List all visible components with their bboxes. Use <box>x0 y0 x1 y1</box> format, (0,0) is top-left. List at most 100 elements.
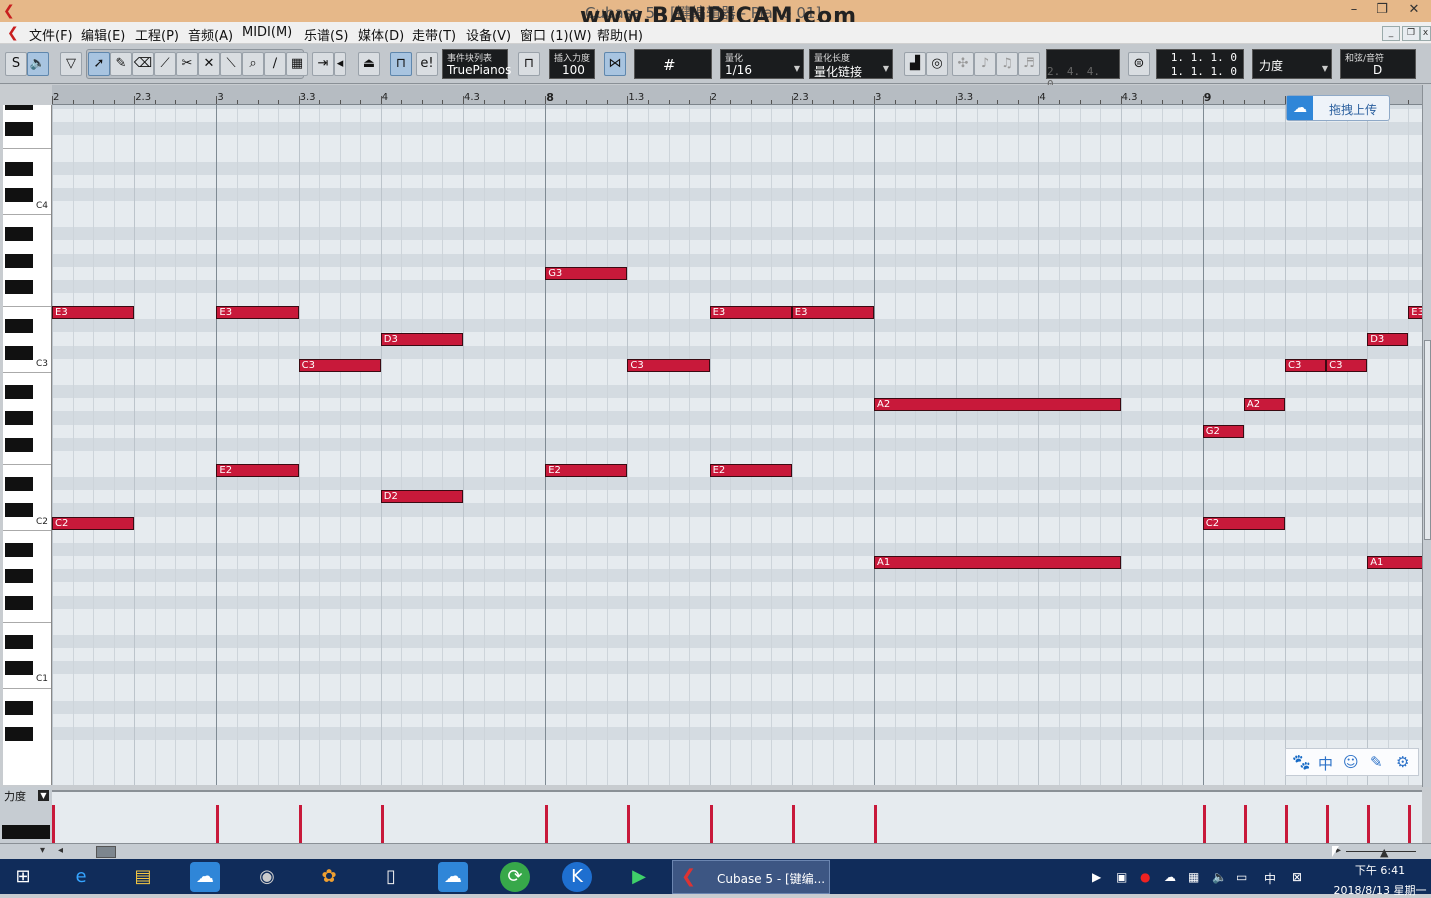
baidu-netdisk-icon[interactable]: ☁ <box>438 862 468 892</box>
velocity-bar[interactable] <box>545 805 549 843</box>
cubase-app-icon[interactable]: ❮ <box>3 3 19 19</box>
velocity-bar[interactable] <box>1243 805 1247 843</box>
quantize-select[interactable]: 量化 1/16 ▼ <box>720 49 804 79</box>
tray-ime-icon[interactable]: ⊠ <box>1292 870 1302 884</box>
midi-note[interactable]: C3 <box>298 358 381 372</box>
maximize-button[interactable]: ❐ <box>1368 0 1396 20</box>
taskbar-clock[interactable]: 下午 6:41 2018/8/13 星期一 <box>1330 862 1430 898</box>
tray-volume-icon[interactable]: 🔈 <box>1212 870 1227 884</box>
media-player-icon[interactable]: ▶ <box>624 862 654 892</box>
step-chord-icon[interactable]: ♫ <box>996 52 1018 76</box>
legato-icon[interactable]: ⊓ <box>518 52 540 76</box>
menu-window[interactable]: 窗口 (1)(W) <box>520 25 592 44</box>
baidu-cloud-icon[interactable]: ☁ <box>190 862 220 892</box>
paint-icon[interactable]: ✿ <box>314 862 344 892</box>
midi-input-icon[interactable]: ◎ <box>926 52 948 76</box>
mdi-minimize-button[interactable]: _ <box>1382 26 1400 41</box>
velocity-bar[interactable] <box>709 805 713 843</box>
independent-track-loop-icon[interactable]: e! <box>416 52 438 76</box>
scroll-down-icon[interactable]: ▾ <box>40 845 45 856</box>
close-button[interactable]: ✕ <box>1400 0 1428 20</box>
velocity-bar[interactable] <box>1408 805 1412 843</box>
erase-tool-icon[interactable]: ⌫ <box>132 52 154 76</box>
object-selection-tool-icon[interactable]: ➚ <box>88 52 110 76</box>
black-piano-key[interactable] <box>5 385 33 400</box>
midi-note[interactable]: A1 <box>874 556 1121 570</box>
horizontal-scrollbar[interactable]: ▾ ◂ ▸ ▲ <box>0 843 1431 859</box>
pen-icon[interactable]: ✎ <box>1370 753 1383 771</box>
midi-note[interactable]: C2 <box>1202 516 1285 530</box>
autoscroll-options-icon[interactable]: ◂ <box>334 52 346 76</box>
midi-note[interactable]: G3 <box>545 266 628 280</box>
vertical-scrollbar[interactable] <box>1422 85 1431 787</box>
snap-toggle-icon[interactable]: ⋈ <box>604 52 626 76</box>
tray-cloud-icon[interactable]: ☁ <box>1164 870 1176 884</box>
metronome-icon[interactable]: ⏏ <box>358 52 380 76</box>
file-explorer-icon[interactable]: ▤ <box>128 862 158 892</box>
quantize-length-select[interactable]: 量化长度 量化链接 ▼ <box>809 49 893 79</box>
note-grid[interactable]: E3 E3 D3 C3 G3 C3 E3 E3 A2 E2 D2 C2 E2 E2 A1 G2 A2 C3 C3 D3… <box>52 105 1422 785</box>
menu-media[interactable]: 媒体(D) <box>358 25 404 44</box>
menu-midi[interactable]: MIDI(M) <box>242 25 292 40</box>
internet-explorer-icon[interactable]: e <box>66 862 96 892</box>
velocity-bar[interactable] <box>791 805 795 843</box>
midi-note[interactable]: E2 <box>545 464 628 477</box>
show-info-button[interactable]: ▽ <box>60 52 82 76</box>
black-piano-key[interactable] <box>5 319 33 334</box>
grid-type-icon[interactable]: # <box>634 49 712 79</box>
velocity-bar[interactable] <box>1202 805 1206 843</box>
midi-note[interactable]: G2 <box>1202 424 1244 438</box>
midi-note[interactable]: E2 <box>709 464 792 477</box>
kugou-music-icon[interactable]: K <box>562 862 592 892</box>
black-piano-key[interactable] <box>5 253 33 268</box>
midi-note[interactable]: A1 <box>1367 556 1422 570</box>
black-piano-key[interactable] <box>5 700 33 715</box>
line-tool-icon[interactable]: ∕ <box>264 52 286 76</box>
drumstick-tool-icon[interactable]: ▦ <box>286 52 308 76</box>
velocity-bar[interactable] <box>1326 805 1330 843</box>
split-tool-icon[interactable]: ✂ <box>176 52 198 76</box>
black-piano-key[interactable] <box>5 122 33 137</box>
link-icon[interactable]: ⊜ <box>1128 52 1150 76</box>
tray-record-icon[interactable]: ● <box>1140 870 1150 884</box>
midi-note[interactable]: E3 <box>52 306 135 320</box>
velocity-lane[interactable] <box>52 790 1422 843</box>
cubase-logo-icon[interactable]: ❮ <box>7 25 19 41</box>
tray-network-icon[interactable]: ▦ <box>1188 870 1199 884</box>
step-input-icon[interactable]: ⊓ <box>390 52 412 76</box>
tray-window-icon[interactable]: ▣ <box>1116 870 1127 884</box>
menu-devices[interactable]: 设备(V) <box>466 25 511 44</box>
menu-transport[interactable]: 走带(T) <box>412 25 456 44</box>
black-piano-key[interactable] <box>5 542 33 557</box>
black-piano-key[interactable] <box>5 161 33 176</box>
taskbar-cubase-window[interactable]: ❮ Cubase 5 - [键编... <box>672 860 830 894</box>
solo-editor-button[interactable]: S <box>5 52 27 76</box>
black-piano-key[interactable] <box>5 595 33 610</box>
scroll-left-icon[interactable]: ◂ <box>58 845 63 856</box>
autoscroll-button[interactable]: ⇥ <box>312 52 334 76</box>
menu-edit[interactable]: 编辑(E) <box>81 25 125 44</box>
velocity-bar[interactable] <box>298 805 302 843</box>
update-app-icon[interactable]: ⟳ <box>500 862 530 892</box>
midi-note[interactable]: E3 <box>791 306 874 320</box>
menu-audio[interactable]: 音频(A) <box>188 25 233 44</box>
velocity-bar[interactable] <box>627 805 631 843</box>
midi-note[interactable]: D3 <box>1367 332 1409 346</box>
windows-start-icon[interactable]: ⊞ <box>8 862 38 892</box>
minimize-button[interactable]: – <box>1340 0 1368 20</box>
tray-play-icon[interactable]: ▶ <box>1092 870 1101 884</box>
controller-select[interactable]: 力度 ▼ <box>1252 49 1332 79</box>
camera-app-icon[interactable]: ◉ <box>252 862 282 892</box>
black-piano-key[interactable] <box>5 279 33 294</box>
black-piano-key[interactable] <box>5 569 33 584</box>
paw-icon[interactable]: 🐾 <box>1292 753 1311 771</box>
drag-upload-button[interactable]: ☁ 拖拽上传 <box>1286 95 1390 121</box>
black-piano-key[interactable] <box>5 227 33 242</box>
chevron-down-icon[interactable]: ▼ <box>38 790 49 801</box>
black-piano-key[interactable] <box>5 187 33 202</box>
black-piano-key[interactable] <box>5 477 33 492</box>
velocity-bar[interactable] <box>874 805 877 843</box>
midi-note[interactable]: C3 <box>1285 358 1327 372</box>
black-piano-key[interactable] <box>5 105 33 110</box>
midi-note[interactable]: E2 <box>216 464 299 477</box>
